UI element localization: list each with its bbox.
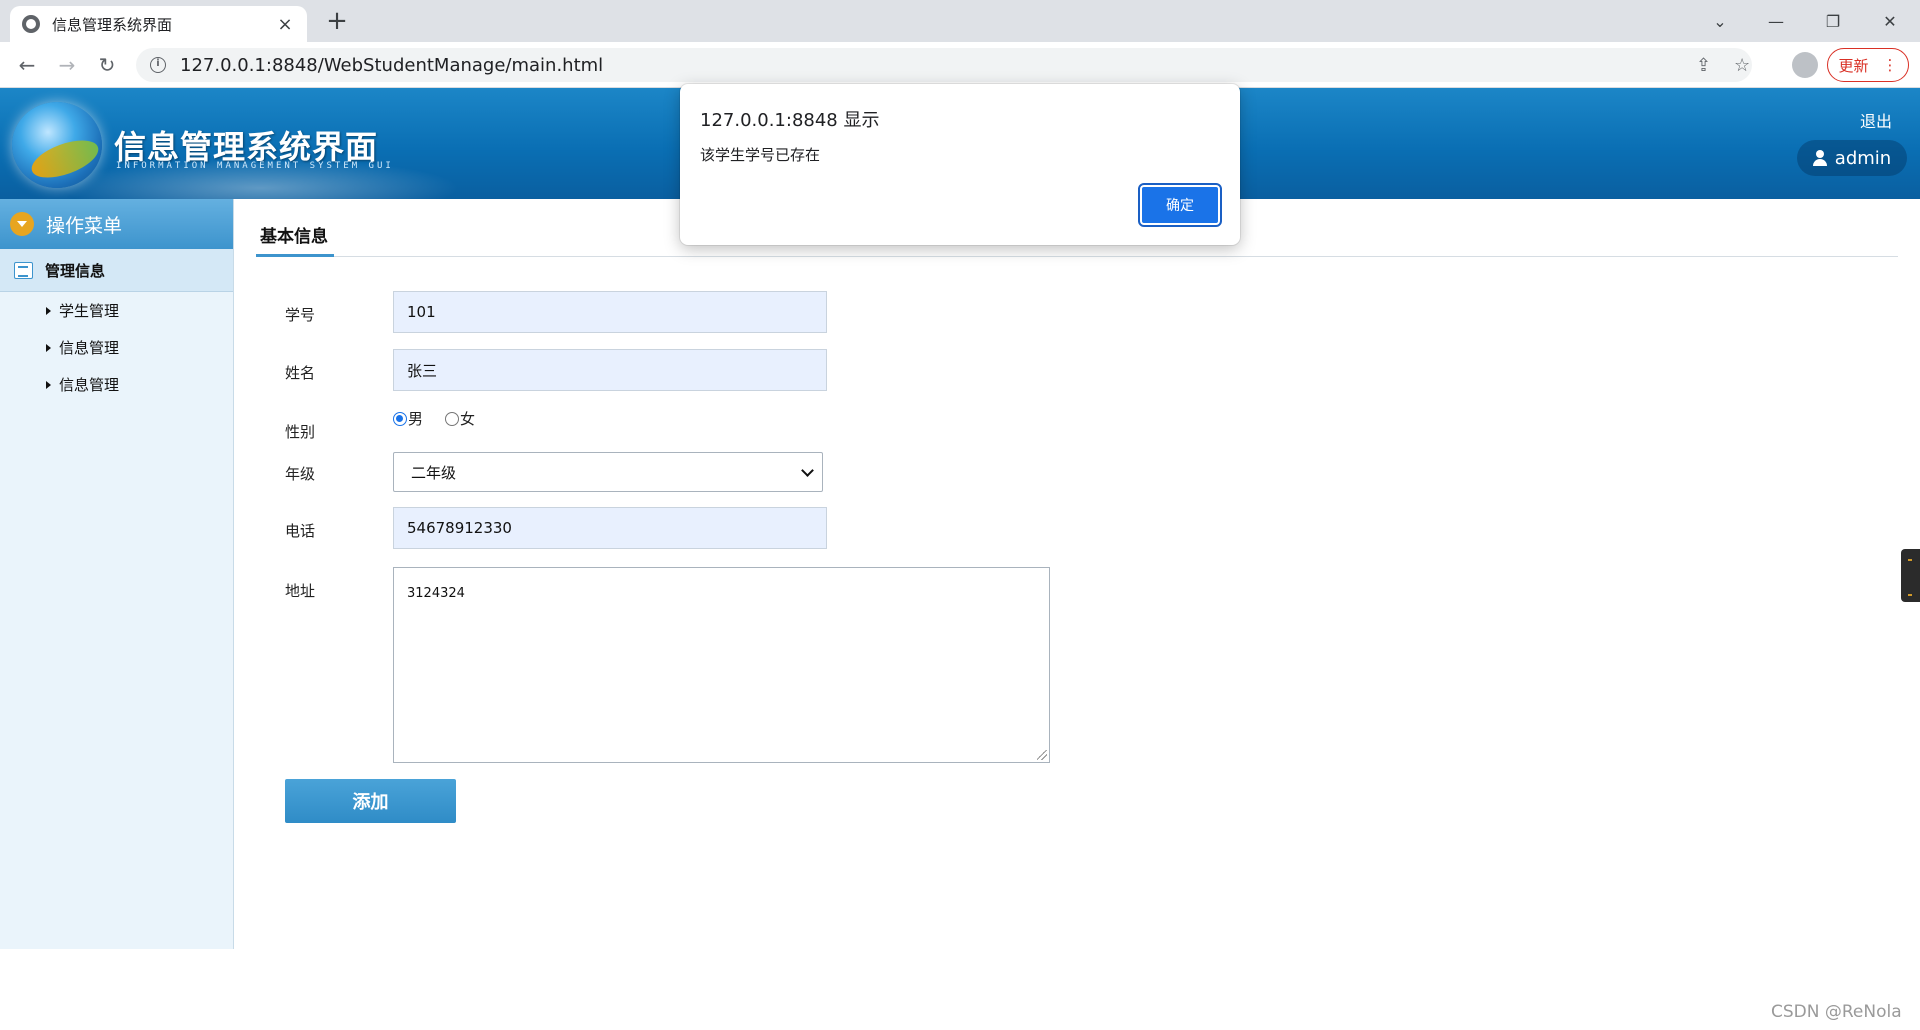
logout-link[interactable]: 退出	[1860, 108, 1892, 132]
update-button[interactable]: 更新 ⋮	[1827, 48, 1909, 82]
dialog-title: 127.0.0.1:8848 显示	[700, 110, 880, 131]
user-icon	[1812, 150, 1827, 166]
resize-grip-icon[interactable]	[1037, 750, 1047, 760]
grade-label: 年级	[285, 465, 316, 483]
tab-search-chevron-icon[interactable]: ⌄	[1692, 0, 1748, 42]
active-tab-indicator	[256, 254, 334, 257]
globe-icon	[22, 15, 40, 33]
back-arrow-icon[interactable]: ←	[12, 50, 42, 80]
address-textarea[interactable]: 3124324	[393, 567, 1050, 763]
phone-label: 电话	[285, 522, 316, 540]
gender-female-radio[interactable]	[445, 411, 460, 426]
minimize-icon[interactable]: —	[1748, 0, 1804, 42]
browser-tab[interactable]: 信息管理系统界面 ×	[10, 6, 307, 42]
app-subtitle: INFORMATION MANAGEMENT SYSTEM GUI	[116, 161, 394, 171]
side-panel-handle[interactable]	[1901, 549, 1920, 602]
restore-icon[interactable]: ❐	[1805, 0, 1861, 42]
window-close-icon[interactable]: ✕	[1862, 0, 1918, 42]
sidebar-group-label: 管理信息	[45, 261, 106, 280]
sidebar-item-label: 信息管理	[59, 376, 120, 394]
gender-male-radio[interactable]	[393, 411, 407, 426]
student-id-label: 学号	[285, 306, 316, 324]
user-badge[interactable]: admin	[1797, 140, 1907, 176]
share-icon[interactable]: ⇪	[1696, 55, 1711, 76]
dialog-message: 该学生学号已存在	[700, 146, 821, 164]
gender-label: 性别	[285, 423, 316, 441]
caret-right-icon	[46, 380, 51, 389]
reload-icon[interactable]: ↻	[92, 50, 122, 80]
kebab-menu-icon: ⋮	[1882, 56, 1898, 74]
sidebar-item-label: 学生管理	[59, 302, 120, 320]
caret-right-icon	[46, 306, 51, 315]
alert-dialog: 127.0.0.1:8848 显示 该学生学号已存在 确定	[680, 84, 1240, 245]
add-button[interactable]: 添加	[285, 779, 456, 823]
gender-radio-group: 男 女	[393, 408, 475, 429]
sidebar-item-info-manage[interactable]: 信息管理	[0, 329, 233, 366]
grade-selected-value: 二年级	[411, 463, 457, 482]
logo-globe-icon	[12, 102, 102, 188]
tab-divider	[256, 256, 1898, 257]
profile-avatar-icon[interactable]	[1792, 52, 1818, 78]
chevron-down-icon	[801, 464, 814, 477]
phone-input[interactable]: 54678912330	[393, 507, 827, 549]
list-icon	[14, 261, 33, 279]
update-label: 更新	[1838, 56, 1869, 75]
site-info-icon[interactable]: i	[150, 57, 166, 73]
sidebar-item-label: 信息管理	[59, 339, 120, 357]
watermark: CSDN @ReNola	[1771, 1002, 1902, 1022]
sidebar-item-info-manage-2[interactable]: 信息管理	[0, 366, 233, 403]
forward-arrow-icon[interactable]: →	[52, 50, 82, 80]
url-text[interactable]: 127.0.0.1:8848/WebStudentManage/main.htm…	[180, 55, 603, 76]
address-value: 3124324	[407, 586, 465, 601]
name-label: 姓名	[285, 364, 316, 382]
caret-right-icon	[46, 343, 51, 352]
sidebar-item-student-manage[interactable]: 学生管理	[0, 292, 233, 329]
address-label: 地址	[285, 582, 316, 600]
bookmark-star-icon[interactable]: ☆	[1734, 55, 1750, 76]
address-bar[interactable]: i 127.0.0.1:8848/WebStudentManage/main.h…	[136, 48, 1752, 82]
username: admin	[1834, 147, 1892, 169]
sidebar-group-manage[interactable]: 管理信息	[0, 249, 233, 292]
gender-male-label: 男	[408, 410, 424, 428]
tab-title: 信息管理系统界面	[52, 15, 173, 34]
gender-female-label: 女	[460, 410, 476, 428]
new-tab-button[interactable]: +	[322, 6, 352, 36]
sidebar-menu-header[interactable]: 操作菜单	[0, 199, 233, 249]
tab-basic-info[interactable]: 基本信息	[260, 222, 328, 247]
collapse-arrow-icon	[10, 212, 34, 236]
sidebar-menu-title: 操作菜单	[46, 214, 123, 237]
grade-select[interactable]: 二年级	[393, 452, 823, 492]
browser-toolbar: ← → ↻ i 127.0.0.1:8848/WebStudentManage/…	[0, 42, 1920, 88]
student-id-input[interactable]: 101	[393, 291, 827, 333]
sidebar: 操作菜单 管理信息 学生管理 信息管理 信息管理	[0, 199, 234, 949]
name-input[interactable]: 张三	[393, 349, 827, 391]
tab-close-icon[interactable]: ×	[275, 14, 295, 35]
dialog-ok-button[interactable]: 确定	[1138, 183, 1222, 227]
browser-tabstrip: 信息管理系统界面 × + ⌄ — ❐ ✕	[0, 0, 1920, 42]
